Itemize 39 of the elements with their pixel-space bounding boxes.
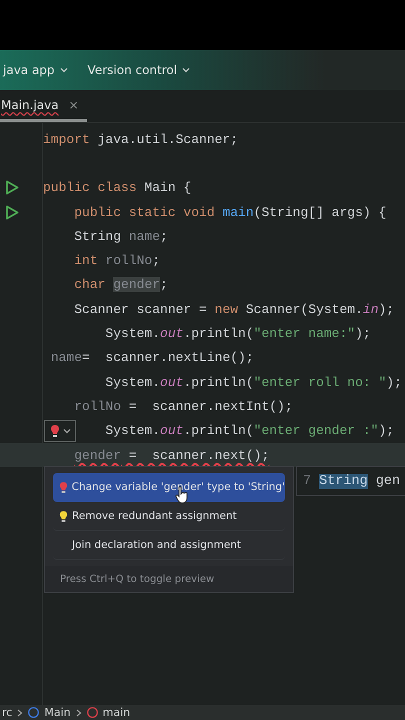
bulb-icon bbox=[50, 424, 60, 438]
quick-fix-button[interactable] bbox=[44, 420, 76, 442]
code-line: System.out.println("enter name:"); bbox=[105, 326, 371, 342]
breadcrumb[interactable]: main bbox=[102, 706, 130, 719]
run-icon[interactable] bbox=[5, 204, 19, 220]
code-line: import java.util.Scanner; bbox=[43, 132, 238, 147]
code-line: rollNo = scanner.nextInt(); bbox=[74, 398, 293, 414]
code-line: public class Main { bbox=[43, 180, 192, 196]
popup-hint: Press Ctrl+Q to toggle preview bbox=[45, 566, 293, 592]
run-icon[interactable] bbox=[5, 180, 19, 196]
file-tab[interactable]: Main.java × bbox=[0, 90, 87, 122]
code-line: char gender; bbox=[74, 277, 168, 292]
chevron-down-icon bbox=[62, 428, 70, 434]
quick-fix-item[interactable]: Remove redundant assignment bbox=[53, 502, 285, 531]
breadcrumb[interactable]: rc bbox=[2, 706, 12, 719]
method-icon bbox=[86, 707, 98, 718]
code-line: name= scanner.nextLine(); bbox=[50, 350, 254, 366]
chevron-right-icon bbox=[17, 708, 24, 716]
bulb-icon bbox=[59, 480, 68, 494]
quick-fix-item[interactable]: Join declaration and assignment bbox=[53, 531, 285, 560]
line-number: 7 bbox=[303, 474, 312, 488]
chevron-down-icon bbox=[60, 67, 68, 73]
chevron-down-icon bbox=[182, 67, 190, 73]
class-icon bbox=[28, 707, 40, 718]
quick-fix-item[interactable]: Change variable 'gender' type to 'String' bbox=[53, 473, 285, 502]
breadcrumb[interactable]: Main bbox=[44, 706, 71, 719]
close-icon[interactable]: × bbox=[68, 98, 79, 112]
code-line: String gen bbox=[319, 474, 400, 488]
chevron-right-icon bbox=[76, 708, 82, 716]
code-line: int rollNo; bbox=[74, 253, 160, 268]
code-line: gender = scanner.next(); bbox=[74, 448, 270, 462]
bulb-icon bbox=[59, 510, 68, 522]
toolbar-dropdown[interactable]: Version control bbox=[86, 61, 192, 79]
code-line: System.out.println("enter roll no: "); bbox=[105, 374, 402, 390]
code-line: Scanner scanner = new Scanner(System.in); bbox=[74, 302, 394, 317]
code-line: System.out.println("enter gender :"); bbox=[105, 423, 394, 438]
code-line: public static void main(String[] args) { bbox=[74, 204, 386, 220]
toolbar-dropdown[interactable]: java app bbox=[1, 61, 70, 79]
code-line: String name; bbox=[74, 228, 168, 244]
